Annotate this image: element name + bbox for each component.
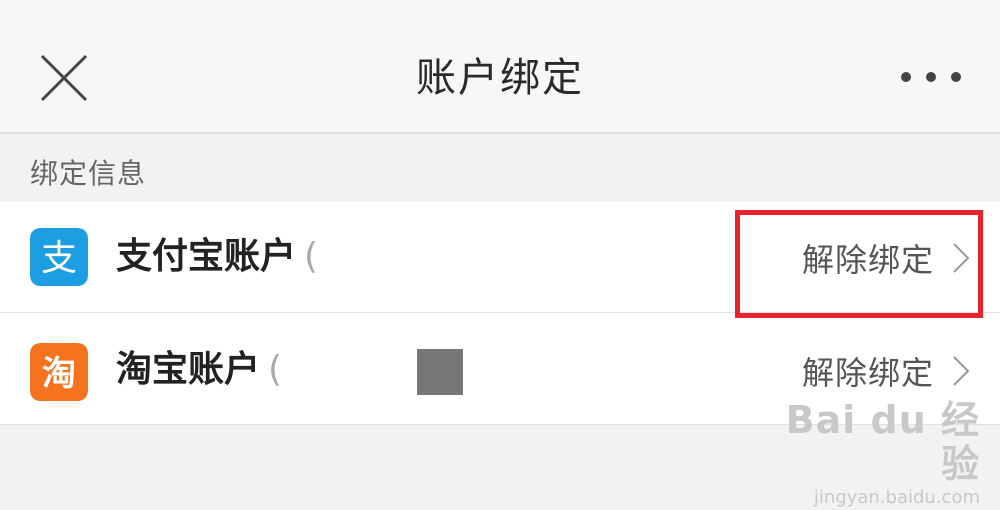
more-horizontal-icon (901, 72, 961, 82)
account-id-paren: ( (304, 236, 319, 277)
account-name-taobao: 淘宝账户( (116, 345, 282, 395)
unbind-label: 解除绑定 (801, 354, 934, 392)
more-button[interactable] (896, 62, 966, 92)
unbind-button-taobao[interactable]: 解除绑定 (802, 349, 970, 393)
account-name-alipay: 支付宝账户( (116, 232, 318, 282)
highlight-annotation (735, 210, 983, 318)
alipay-icon: 支 (30, 228, 88, 286)
redaction-block (417, 349, 463, 395)
watermark: Bai du 经验 jingyan.baidu.com (770, 398, 980, 508)
chevron-right-icon (953, 356, 970, 386)
account-id-paren: ( (268, 349, 283, 390)
account-name-label: 支付宝账户 (116, 236, 297, 277)
account-name-label: 淘宝账户 (116, 349, 261, 390)
watermark-brand: Bai du 经验 (785, 398, 980, 486)
watermark-url: jingyan.baidu.com (813, 487, 980, 508)
section-header: 绑定信息 (30, 157, 147, 190)
page-title: 账户绑定 (416, 55, 584, 101)
taobao-icon-glyph: 淘 (42, 354, 76, 394)
taobao-icon: 淘 (30, 343, 88, 401)
top-bar: 账户绑定 (0, 0, 1000, 134)
alipay-icon-glyph: 支 (41, 238, 77, 279)
